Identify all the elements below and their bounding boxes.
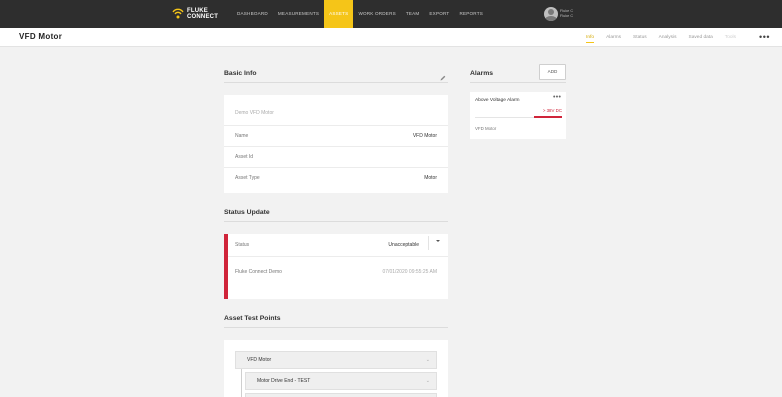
tab-alarms[interactable]: Alarms — [600, 28, 627, 47]
nav-reports[interactable]: REPORTS — [454, 0, 488, 28]
nav-export[interactable]: EXPORT — [424, 0, 454, 28]
status-alert-stripe — [224, 234, 228, 299]
tab-tools[interactable]: Tools — [719, 28, 742, 47]
edit-icon[interactable] — [440, 68, 446, 86]
main-nav: DASHBOARD MEASUREMENTS ASSETS WORK ORDER… — [232, 0, 488, 28]
alarm-more-icon[interactable]: ••• — [553, 94, 561, 101]
name-label: Name — [235, 133, 249, 139]
tab-status[interactable]: Status — [627, 28, 653, 47]
row-divider — [224, 125, 448, 126]
asset-description: Demo VFD Motor — [235, 110, 274, 116]
name-value: VFD Motor — [412, 133, 437, 139]
status-update-title: Status Update — [224, 209, 270, 216]
top-nav-bar: FLUKE CONNECT DASHBOARD MEASUREMENTS ASS… — [0, 0, 782, 28]
add-alarm-button[interactable]: ADD — [539, 64, 566, 80]
logo-wordmark: FLUKE CONNECT — [187, 8, 218, 20]
nav-measurements[interactable]: MEASUREMENTS — [273, 0, 324, 28]
alarm-asset: VFD Motor — [475, 126, 497, 131]
test-point-row-vfd-motor[interactable]: VFD Motor ⌄ — [235, 351, 437, 369]
test-points-divider — [224, 327, 448, 328]
fluke-connect-logo[interactable]: FLUKE CONNECT — [172, 6, 218, 22]
tree-connector — [241, 369, 242, 397]
alarms-divider — [470, 82, 566, 83]
test-point-row-drive-end[interactable]: Motor Drive End - TEST ⌄ — [245, 372, 437, 390]
status-card: Status Unacceptable Fluke Connect Demo 0… — [224, 234, 448, 299]
nav-dashboard[interactable]: DASHBOARD — [232, 0, 273, 28]
chevron-down-icon[interactable]: ⌄ — [426, 357, 430, 363]
user-name-line2: Fluke C — [560, 14, 574, 18]
asset-type-label: Asset Type — [235, 175, 260, 181]
row-divider — [224, 167, 448, 168]
test-point-label: Motor Drive End - TEST — [257, 378, 311, 384]
test-point-label: VFD Motor — [247, 357, 272, 363]
asset-type-value: Motor — [424, 175, 437, 181]
tab-info[interactable]: Info — [580, 28, 600, 47]
nav-assets[interactable]: ASSETS — [324, 0, 354, 28]
select-divider — [428, 236, 429, 250]
nav-work-orders[interactable]: WORK ORDERS — [353, 0, 400, 28]
user-menu[interactable]: Fluke C Fluke C — [544, 7, 573, 21]
basic-info-title: Basic Info — [224, 70, 257, 77]
more-icon[interactable]: ••• — [759, 31, 770, 43]
caret-down-icon[interactable] — [436, 240, 440, 242]
basic-info-card: Demo VFD Motor Name VFD Motor Asset Id A… — [224, 95, 448, 193]
chevron-down-icon[interactable]: ⌄ — [426, 378, 430, 384]
test-point-row-partial[interactable] — [245, 393, 437, 397]
tab-saved-data[interactable]: Saved data — [683, 28, 719, 47]
status-update-divider — [224, 221, 448, 222]
logo-icon — [172, 7, 184, 21]
row-divider — [224, 256, 448, 257]
asset-subheader: VFD Motor Info Alarms Status Analysis Sa… — [0, 28, 782, 47]
status-value-select[interactable]: Unacceptable — [388, 242, 419, 248]
status-source: Fluke Connect Demo — [235, 269, 282, 275]
status-label: Status — [235, 242, 250, 248]
avatar — [544, 7, 558, 21]
status-timestamp: 07/01/2020 09:55:25 AM — [382, 269, 438, 275]
user-names: Fluke C Fluke C — [560, 9, 573, 19]
alarm-threshold: > 38V DC — [542, 108, 562, 113]
nav-team[interactable]: TEAM — [401, 0, 425, 28]
alarm-bar-indicator — [534, 116, 562, 118]
test-points-title: Asset Test Points — [224, 315, 281, 322]
page-title: VFD Motor — [19, 32, 63, 41]
alarms-title: Alarms — [470, 70, 494, 77]
alarm-name: Above Voltage Alarm — [475, 98, 520, 103]
logo-text-line2: CONNECT — [187, 14, 219, 20]
basic-info-divider — [224, 82, 448, 83]
row-divider — [224, 146, 448, 147]
tab-analysis[interactable]: Analysis — [653, 28, 683, 47]
asset-tabs: Info Alarms Status Analysis Saved data T… — [580, 28, 742, 47]
asset-id-label: Asset Id — [235, 154, 254, 160]
